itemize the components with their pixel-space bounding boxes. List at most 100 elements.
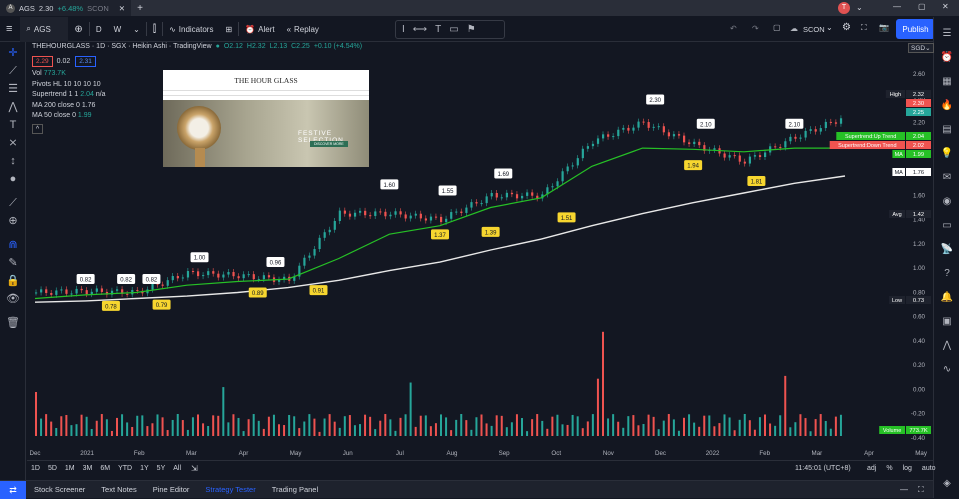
compare-icon[interactable]: ⊕	[68, 17, 88, 42]
candle-body	[75, 288, 78, 294]
flag-icon[interactable]: ⚑	[467, 24, 476, 35]
calendar-icon[interactable]: ▤	[940, 123, 954, 137]
volume-bar	[612, 414, 615, 436]
panel-tab-stock-screener[interactable]: Stock Screener	[26, 485, 93, 494]
cloud-icon[interactable]: ☁	[790, 24, 798, 33]
minimize-panel-icon[interactable]: —	[900, 485, 908, 494]
ideas-icon[interactable]: 💡	[940, 147, 954, 161]
timeframe-1d[interactable]: 1D	[27, 465, 44, 472]
alerts-icon[interactable]: ⏰	[940, 51, 954, 65]
text-tool-icon[interactable]: T	[4, 118, 22, 132]
zoom-in-icon[interactable]: ⊕	[4, 214, 22, 228]
chevron-down-icon[interactable]: ⌄	[127, 17, 146, 42]
collapse-legend-icon[interactable]: ^	[32, 123, 43, 134]
fib-icon[interactable]: ☰	[4, 82, 22, 96]
lock-icon[interactable]: 🔒	[4, 274, 22, 288]
layout-name[interactable]: SCON	[803, 25, 825, 34]
pattern-tool-icon[interactable]: ⨯	[4, 136, 22, 150]
browser-tab[interactable]: A AGS 2.30 +6.48% SCON ✕	[0, 0, 132, 16]
timeframe-1m[interactable]: 1M	[61, 465, 79, 472]
panel-tab-strategy-tester[interactable]: Strategy Tester	[197, 485, 263, 494]
chevron-down-icon[interactable]: ⌄	[856, 3, 863, 12]
icons-tool-icon[interactable]: ●	[4, 172, 22, 186]
minimize-icon[interactable]: —	[893, 2, 901, 11]
watchlist-icon[interactable]: ☰	[940, 27, 954, 41]
candle-style-icon[interactable]: ⫿	[147, 17, 162, 42]
panel-tab-pine-editor[interactable]: Pine Editor	[145, 485, 198, 494]
ruler-icon[interactable]: ⟋	[4, 196, 22, 210]
close-window-icon[interactable]: ✕	[942, 2, 949, 11]
chevron-down-icon[interactable]: ⌄	[826, 23, 833, 32]
wave-icon[interactable]: ∿	[940, 363, 954, 377]
scale-option-percent[interactable]: %	[882, 465, 896, 472]
new-tab-icon[interactable]: +	[137, 3, 143, 14]
volume-bar	[546, 428, 549, 436]
timeframe-all[interactable]: All	[169, 465, 185, 472]
gear-icon[interactable]: ⚙	[842, 22, 851, 33]
fullscreen-icon[interactable]: ⛶	[861, 23, 867, 33]
layers-icon[interactable]: ◈	[940, 477, 954, 491]
undo-icon[interactable]: ↶	[730, 24, 737, 33]
drawing-mode-icon[interactable]: ✎	[4, 256, 22, 270]
scale-option-adj[interactable]: adj	[863, 465, 880, 472]
interval-button[interactable]: D	[90, 17, 108, 42]
candle-body	[764, 152, 767, 158]
text-cursor-icon[interactable]: I	[402, 24, 405, 35]
notes-icon[interactable]: ▭	[940, 219, 954, 233]
object-tree-icon[interactable]: ▣	[940, 315, 954, 329]
text-icon[interactable]: T	[435, 24, 441, 35]
volume-bar	[440, 414, 442, 436]
camera-icon[interactable]: 📷	[879, 23, 889, 32]
interval-week[interactable]: W	[108, 17, 128, 42]
menu-icon[interactable]: ≡	[0, 17, 18, 42]
timeframe-5d[interactable]: 5D	[44, 465, 61, 472]
panel-tab-trading-panel[interactable]: Trading Panel	[264, 485, 326, 494]
panel-tab-text-notes[interactable]: Text Notes	[93, 485, 144, 494]
candle-body	[622, 127, 625, 130]
ask-price[interactable]: 2.31	[75, 55, 96, 67]
timeframe-3m[interactable]: 3M	[79, 465, 97, 472]
date-range-icon[interactable]: ⇲	[191, 464, 198, 473]
trash-icon[interactable]: 🗑	[4, 316, 22, 330]
help-icon[interactable]: ?	[940, 267, 954, 281]
ma200-value: 1.76	[81, 101, 96, 109]
scale-option-log[interactable]: log	[899, 465, 916, 472]
streams-icon[interactable]: ◉	[940, 195, 954, 209]
symbol-search[interactable]: ⌕ AGS	[20, 16, 69, 42]
replay-button[interactable]: « Replay	[281, 17, 325, 42]
timeframe-5y[interactable]: 5Y	[153, 465, 170, 472]
publish-button[interactable]: Publish	[896, 19, 935, 39]
bell-icon[interactable]: 🔔	[940, 291, 954, 305]
close-tab-icon[interactable]: ✕	[119, 4, 125, 13]
trendline-icon[interactable]: ⟋	[4, 64, 22, 78]
trend-icon[interactable]: ⋀	[940, 339, 954, 353]
chat-icon[interactable]: ✉	[940, 171, 954, 185]
pattern-icon[interactable]: ⋀	[4, 100, 22, 114]
screener-icon[interactable]: ⇄	[0, 480, 26, 499]
alert-button[interactable]: ⏰ Alert	[239, 17, 280, 42]
maximize-panel-icon[interactable]: ⛶	[918, 485, 924, 495]
bid-price[interactable]: 2.29	[32, 55, 53, 67]
scale-option-auto[interactable]: auto	[918, 465, 940, 472]
redo-icon[interactable]: ↷	[752, 24, 759, 33]
volume-bar	[450, 430, 453, 436]
currency-selector[interactable]: SGD⌄	[908, 43, 934, 53]
data-window-icon[interactable]: ▦	[940, 75, 954, 89]
templates-icon[interactable]: ⊞	[219, 17, 238, 42]
indicators-button[interactable]: ∿ Indicators	[163, 17, 219, 42]
broadcast-icon[interactable]: 📡	[940, 243, 954, 257]
measure-icon[interactable]: ↕	[4, 154, 22, 168]
crosshair-icon[interactable]: ✛	[4, 46, 22, 60]
candle-body	[176, 276, 179, 279]
magnet-icon[interactable]: ⋒	[4, 238, 22, 252]
timeframe-ytd[interactable]: YTD	[114, 465, 136, 472]
maximize-icon[interactable]: ▢	[918, 2, 926, 11]
hotlist-icon[interactable]: 🔥	[940, 99, 954, 113]
timeframe-1y[interactable]: 1Y	[136, 465, 153, 472]
horizontal-line-icon[interactable]: ⟷	[413, 24, 427, 35]
eye-icon[interactable]: 👁	[4, 292, 22, 306]
avatar[interactable]: T	[838, 2, 850, 14]
note-icon[interactable]: ▭	[449, 24, 458, 35]
timeframe-6m[interactable]: 6M	[96, 465, 114, 472]
layout-icon[interactable]: ▢	[773, 23, 781, 32]
